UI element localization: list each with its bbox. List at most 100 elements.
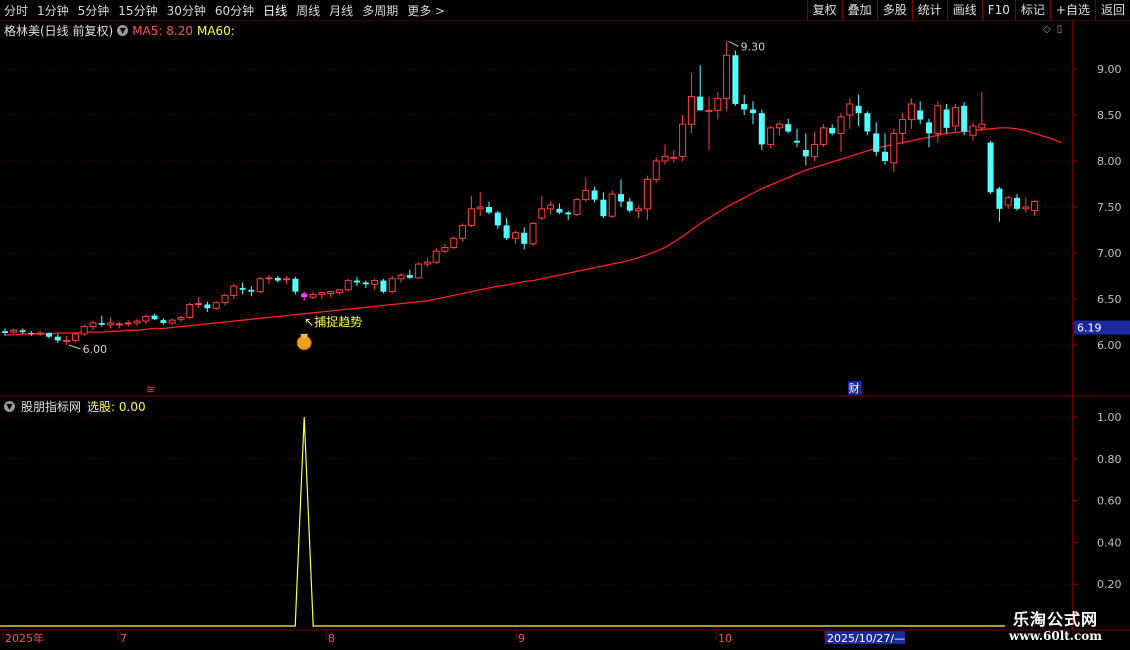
candle xyxy=(556,203,563,215)
overlay-button[interactable]: 叠加 xyxy=(841,0,877,20)
candle-body xyxy=(283,278,291,281)
chevron-down-icon[interactable]: ▼ xyxy=(117,25,129,36)
candle-body xyxy=(388,278,396,293)
candle xyxy=(19,328,26,334)
candle-body xyxy=(565,212,572,215)
candle xyxy=(186,302,194,320)
y-tick-label: 8.00 xyxy=(1097,155,1122,168)
candle-body xyxy=(124,322,132,325)
tab-15min[interactable]: 15分钟 xyxy=(118,2,157,19)
candle xyxy=(934,101,942,143)
tab-30min[interactable]: 30分钟 xyxy=(167,2,206,19)
candle xyxy=(687,72,695,134)
candle xyxy=(829,124,836,136)
candle xyxy=(256,276,264,294)
candle-body xyxy=(46,333,52,337)
candle-body xyxy=(961,105,968,132)
candle-body xyxy=(996,188,1003,209)
candle-body xyxy=(907,103,915,121)
tab-60min[interactable]: 60分钟 xyxy=(215,2,254,19)
stock-chart[interactable]: 9.30 6.00 ↖捕捉趋势 ≋ 财 9.00 8.50 8.00 7.50 7.00 6.50… xyxy=(0,20,1130,650)
candle-body xyxy=(239,287,246,290)
candle xyxy=(837,113,845,152)
candle xyxy=(397,273,405,283)
f10-button[interactable]: F10 xyxy=(981,0,1015,20)
period-tabs: 分时 1分钟 5分钟 15分钟 30分钟 60分钟 日线 周线 月线 多周期 更… xyxy=(4,0,445,20)
tab-5min[interactable]: 5分钟 xyxy=(78,2,110,19)
candle-body xyxy=(160,320,167,323)
candle-body xyxy=(309,293,317,298)
candle xyxy=(758,109,765,150)
candle xyxy=(71,333,79,343)
candle-body xyxy=(591,190,598,200)
y-tick-label: 0.40 xyxy=(1097,536,1122,549)
candle xyxy=(996,186,1003,222)
candle-body xyxy=(335,289,343,294)
multi-stock-button[interactable]: 多股 xyxy=(876,0,912,20)
candle xyxy=(767,126,775,149)
candle-body xyxy=(794,140,800,143)
candle-body xyxy=(89,322,97,328)
mark-button[interactable]: 标记 xyxy=(1014,0,1050,20)
candle xyxy=(221,293,229,306)
candle xyxy=(151,313,158,321)
candle-body xyxy=(265,277,273,280)
candle-body xyxy=(618,194,624,202)
candle xyxy=(283,276,291,285)
candle xyxy=(697,65,704,111)
candle-body xyxy=(882,151,888,161)
chevron-down-icon[interactable]: ▼ xyxy=(4,401,15,412)
candle-body xyxy=(380,280,387,292)
y-tick-label: 9.00 xyxy=(1097,63,1122,76)
y-tick-label: 8.50 xyxy=(1097,109,1122,122)
add-watchlist-button[interactable]: +自选 xyxy=(1049,0,1095,20)
candle-body xyxy=(934,105,942,134)
window-icon[interactable]: ▯ xyxy=(1057,24,1063,35)
candle-body xyxy=(142,315,150,322)
back-button[interactable]: 返回 xyxy=(1094,0,1130,20)
candle-body xyxy=(248,289,255,292)
candle-body xyxy=(978,123,986,129)
candle-body xyxy=(697,96,704,111)
high-label: 9.30 xyxy=(741,40,766,53)
candle-body xyxy=(98,322,105,325)
candle xyxy=(794,128,800,148)
tab-more[interactable]: 更多 > xyxy=(407,2,445,19)
candle-body xyxy=(19,330,26,333)
candle xyxy=(89,321,97,331)
x-tick-label: 2025年 xyxy=(5,631,44,645)
candle-body xyxy=(750,109,756,114)
tab-intraday[interactable]: 分时 xyxy=(4,2,28,19)
x-tick-label: 9 xyxy=(518,632,525,645)
candle-body xyxy=(855,105,862,114)
candle-body xyxy=(107,322,115,326)
candle xyxy=(486,201,492,215)
panel-controls: ◇ ▯ xyxy=(1043,24,1062,35)
diamond-icon[interactable]: ◇ xyxy=(1043,24,1051,35)
candle-body xyxy=(371,280,379,285)
draw-line-button[interactable]: 画线 xyxy=(946,0,982,20)
candle-body xyxy=(80,326,88,335)
candle-body xyxy=(415,263,423,279)
candle xyxy=(951,103,959,132)
candle-body xyxy=(926,122,932,134)
candle-body xyxy=(582,189,590,201)
y-tick-label: 0.80 xyxy=(1097,453,1122,466)
candle-body xyxy=(318,292,326,295)
tab-weekly[interactable]: 周线 xyxy=(296,2,320,19)
candle xyxy=(503,218,510,241)
candle-body xyxy=(115,323,123,326)
tab-1min[interactable]: 1分钟 xyxy=(37,2,69,19)
tab-monthly[interactable]: 月线 xyxy=(329,2,353,19)
candle xyxy=(133,319,141,327)
candle-body xyxy=(987,142,994,193)
candle-body xyxy=(714,97,722,111)
candle-body xyxy=(494,212,501,226)
restore-rights-button[interactable]: 复权 xyxy=(806,0,842,20)
statistics-button[interactable]: 统计 xyxy=(911,0,947,20)
candle-body xyxy=(186,304,194,318)
tab-daily[interactable]: 日线 xyxy=(263,2,287,19)
candle-body xyxy=(802,149,809,157)
tab-multi-period[interactable]: 多周期 xyxy=(362,2,398,19)
candle-body xyxy=(741,103,748,110)
